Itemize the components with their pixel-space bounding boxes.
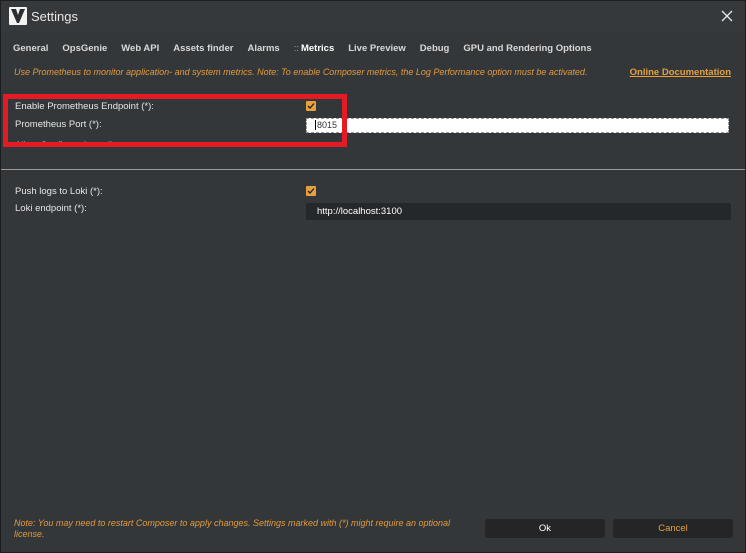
tab-alarms[interactable]: Alarms [247,43,279,57]
ok-button[interactable]: Ok [485,519,605,538]
checkmark-icon [307,188,315,194]
window-frame [0,0,746,553]
push-loki-checkbox[interactable] [306,186,316,196]
tab-assets-finder[interactable]: Assets finder [173,43,233,57]
prometheus-port-label: Prometheus Port (*): [15,119,102,130]
settings-tabs: General OpsGenie Web API Assets finder A… [13,43,606,57]
tab-web-api[interactable]: Web API [121,43,159,57]
section-divider [1,169,745,170]
loki-endpoint-input[interactable]: http://localhost:3100 [306,203,731,220]
prometheus-port-input[interactable]: 8015 [306,118,729,133]
tab-drag-prefix: :: [293,43,299,54]
push-loki-label: Push logs to Loki (*): [15,186,103,197]
tab-debug[interactable]: Debug [420,43,450,57]
tab-live-preview[interactable]: Live Preview [348,43,406,57]
allow-config-label: Allow Configuration edit [15,140,115,145]
text-caret [315,120,316,130]
online-documentation-link[interactable]: Online Documentation [630,67,731,78]
tab-general[interactable]: General [13,43,48,57]
cancel-button[interactable]: Cancel [613,519,733,538]
close-button[interactable] [713,3,741,29]
close-icon [721,10,733,22]
tab-metrics[interactable]: :: Metrics [294,43,335,57]
footer-note: Note: You may need to restart Composer t… [14,518,451,539]
title-bar[interactable]: Settings [1,1,745,31]
checkmark-icon [307,103,315,109]
window-title: Settings [31,9,78,24]
tab-gpu-rendering[interactable]: GPU and Rendering Options [463,43,591,57]
app-logo-icon [9,7,27,25]
enable-prometheus-label: Enable Prometheus Endpoint (*): [15,101,154,112]
tab-opsgenie[interactable]: OpsGenie [62,43,107,57]
tab-metrics-label: Metrics [300,43,335,54]
enable-prometheus-checkbox[interactable] [306,101,316,111]
loki-endpoint-label: Loki endpoint (*): [15,203,87,214]
metrics-description: Use Prometheus to monitor application- a… [14,67,588,77]
prometheus-port-value: 8015 [317,120,338,130]
